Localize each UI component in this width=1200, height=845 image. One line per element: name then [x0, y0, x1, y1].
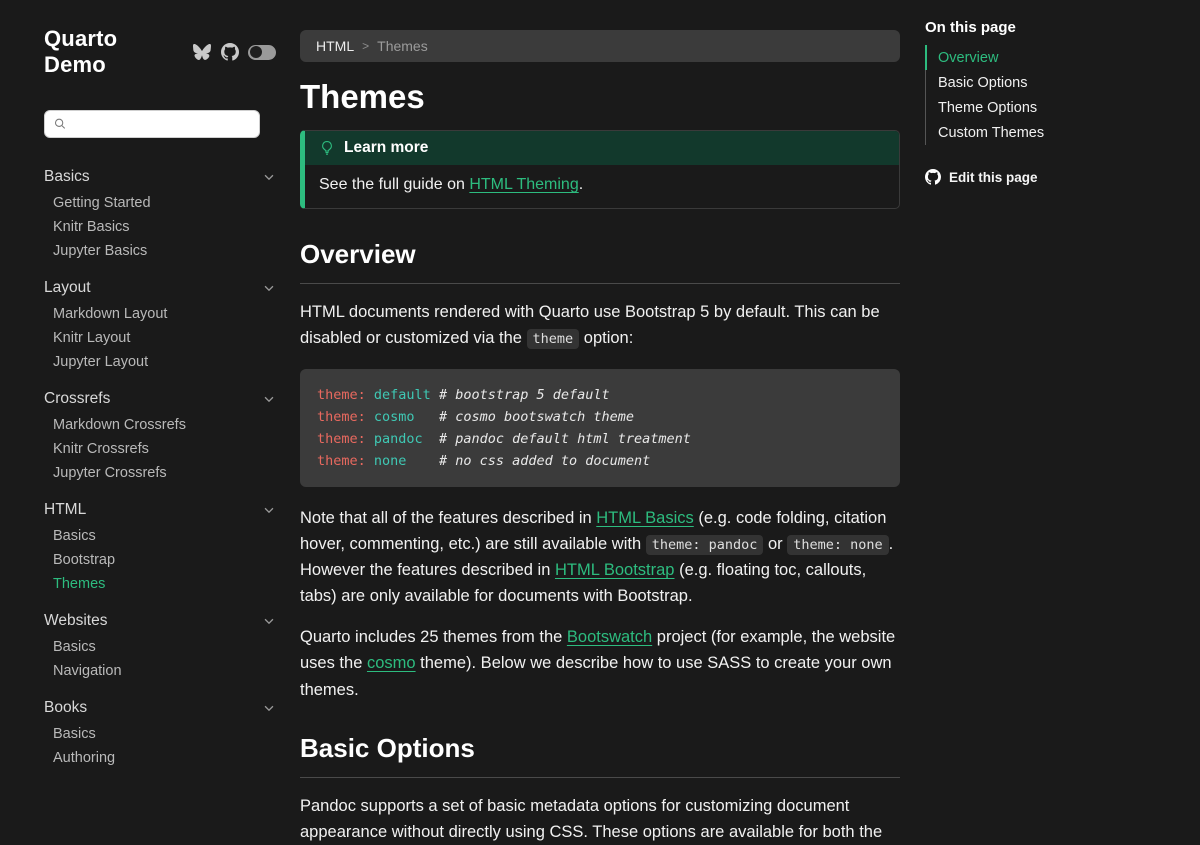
sidebar-section-header-websites[interactable]: Websites — [44, 609, 276, 633]
toc-item[interactable]: Basic Options — [925, 70, 1190, 95]
sidebar-section-crossrefs: Crossrefs Markdown CrossrefsKnitr Crossr… — [44, 387, 276, 485]
nav-icons — [192, 43, 276, 61]
toc-item[interactable]: Theme Options — [925, 95, 1190, 120]
toc-item[interactable]: Overview — [925, 45, 1190, 70]
breadcrumb-current: Themes — [377, 38, 428, 54]
toc-title: On this page — [925, 19, 1190, 36]
bluesky-butterfly-icon[interactable] — [192, 43, 212, 61]
sidebar-item[interactable]: Authoring — [44, 746, 276, 770]
sidebar-section-header-basics[interactable]: Basics — [44, 165, 276, 189]
sidebar-item[interactable]: Knitr Basics — [44, 215, 276, 239]
sidebar-section-header-html[interactable]: HTML — [44, 498, 276, 522]
paragraph-features-note: Note that all of the features described … — [300, 505, 900, 609]
sidebar-section-header-layout[interactable]: Layout — [44, 276, 276, 300]
sidebar-item[interactable]: Knitr Crossrefs — [44, 437, 276, 461]
github-icon[interactable] — [221, 43, 239, 61]
paragraph-basic-options-intro: Pandoc supports a set of basic metadata … — [300, 793, 900, 845]
callout-body: See the full guide on HTML Theming. — [305, 165, 899, 208]
lightbulb-icon — [319, 140, 335, 156]
toc-sidebar: On this page OverviewBasic OptionsTheme … — [900, 0, 1200, 800]
sidebar-item[interactable]: Bootstrap — [44, 548, 276, 572]
sidebar-item[interactable]: Basics — [44, 635, 276, 659]
inline-link[interactable]: cosmo — [367, 654, 416, 672]
sidebar-section-websites: Websites BasicsNavigation — [44, 609, 276, 683]
inline-code: theme: pandoc — [646, 535, 764, 555]
quarto-docs-page: Quarto Demo Basics Getting StartedKnitr … — [0, 0, 1200, 800]
callout-header[interactable]: Learn more — [305, 131, 899, 165]
sidebar-item[interactable]: Themes — [44, 572, 276, 596]
code-line: theme: cosmo # cosmo bootswatch theme — [317, 406, 883, 428]
sidebar-item[interactable]: Jupyter Basics — [44, 239, 276, 263]
sidebar-section-books: Books BasicsAuthoring — [44, 696, 276, 770]
code-line: theme: pandoc # pandoc default html trea… — [317, 428, 883, 450]
sidebar-item[interactable]: Getting Started — [44, 191, 276, 215]
search-input[interactable] — [73, 116, 250, 133]
page-title: Themes — [300, 78, 900, 116]
section-heading-overview: Overview — [300, 239, 900, 284]
breadcrumb-parent[interactable]: HTML — [316, 38, 354, 54]
chevron-down-icon — [262, 170, 276, 184]
inline-link[interactable]: HTML Theming — [469, 176, 578, 193]
learn-more-callout: Learn more See the full guide on HTML Th… — [300, 130, 900, 209]
code-block: theme: default # bootstrap 5 defaultthem… — [300, 369, 900, 487]
inline-code: theme — [527, 329, 580, 349]
toc-list: OverviewBasic OptionsTheme OptionsCustom… — [925, 45, 1190, 145]
sidebar: Quarto Demo Basics Getting StartedKnitr … — [0, 0, 300, 800]
inline-link[interactable]: HTML Bootstrap — [555, 561, 675, 579]
paragraph-overview-intro: HTML documents rendered with Quarto use … — [300, 299, 900, 351]
sidebar-section-header-books[interactable]: Books — [44, 696, 276, 720]
sidebar-item[interactable]: Navigation — [44, 659, 276, 683]
chevron-down-icon — [262, 503, 276, 517]
inline-link[interactable]: Bootswatch — [567, 628, 652, 646]
text-run: See the full guide on — [319, 176, 469, 193]
breadcrumb: HTML > Themes — [300, 30, 900, 62]
sidebar-section-header-crossrefs[interactable]: Crossrefs — [44, 387, 276, 411]
inline-code: theme: none — [787, 535, 888, 555]
edit-this-page-label: Edit this page — [949, 170, 1038, 185]
sidebar-section-basics: Basics Getting StartedKnitr BasicsJupyte… — [44, 165, 276, 263]
site-title[interactable]: Quarto Demo — [44, 26, 181, 78]
text-run: Note that all of the features described … — [300, 509, 596, 527]
chevron-down-icon — [262, 281, 276, 295]
callout-title: Learn more — [344, 139, 428, 157]
inline-link[interactable]: HTML Basics — [596, 509, 694, 527]
sidebar-item[interactable]: Basics — [44, 722, 276, 746]
chevron-down-icon — [262, 701, 276, 715]
theme-toggle-knob — [250, 46, 262, 58]
main-content: HTML > Themes Themes Learn more See the … — [300, 0, 900, 800]
section-heading-basic-options: Basic Options — [300, 733, 900, 778]
sidebar-item[interactable]: Basics — [44, 524, 276, 548]
breadcrumb-separator: > — [362, 39, 369, 53]
toc-item[interactable]: Custom Themes — [925, 120, 1190, 145]
sidebar-item[interactable]: Jupyter Crossrefs — [44, 461, 276, 485]
text-run: option: — [579, 329, 633, 347]
sidebar-item[interactable]: Jupyter Layout — [44, 350, 276, 374]
chevron-down-icon — [262, 614, 276, 628]
sidebar-header: Quarto Demo — [44, 26, 276, 78]
text-run: . — [579, 176, 583, 193]
chevron-down-icon — [262, 392, 276, 406]
github-icon — [925, 169, 941, 185]
text-run: Quarto includes 25 themes from the — [300, 628, 567, 646]
theme-toggle[interactable] — [248, 45, 276, 60]
code-line: theme: none # no css added to document — [317, 450, 883, 472]
search-icon — [54, 117, 67, 131]
sidebar-item[interactable]: Markdown Crossrefs — [44, 413, 276, 437]
sidebar-item[interactable]: Knitr Layout — [44, 326, 276, 350]
paragraph-bootswatch: Quarto includes 25 themes from the Boots… — [300, 624, 900, 702]
sidebar-section-html: HTML BasicsBootstrapThemes — [44, 498, 276, 596]
sidebar-nav: Basics Getting StartedKnitr BasicsJupyte… — [44, 165, 276, 770]
code-line: theme: default # bootstrap 5 default — [317, 384, 883, 406]
text-run: Pandoc supports a set of basic metadata … — [300, 797, 882, 841]
sidebar-item[interactable]: Markdown Layout — [44, 302, 276, 326]
sidebar-section-layout: Layout Markdown LayoutKnitr LayoutJupyte… — [44, 276, 276, 374]
search-box[interactable] — [44, 110, 260, 138]
text-run: or — [763, 535, 787, 553]
edit-this-page[interactable]: Edit this page — [925, 169, 1190, 185]
